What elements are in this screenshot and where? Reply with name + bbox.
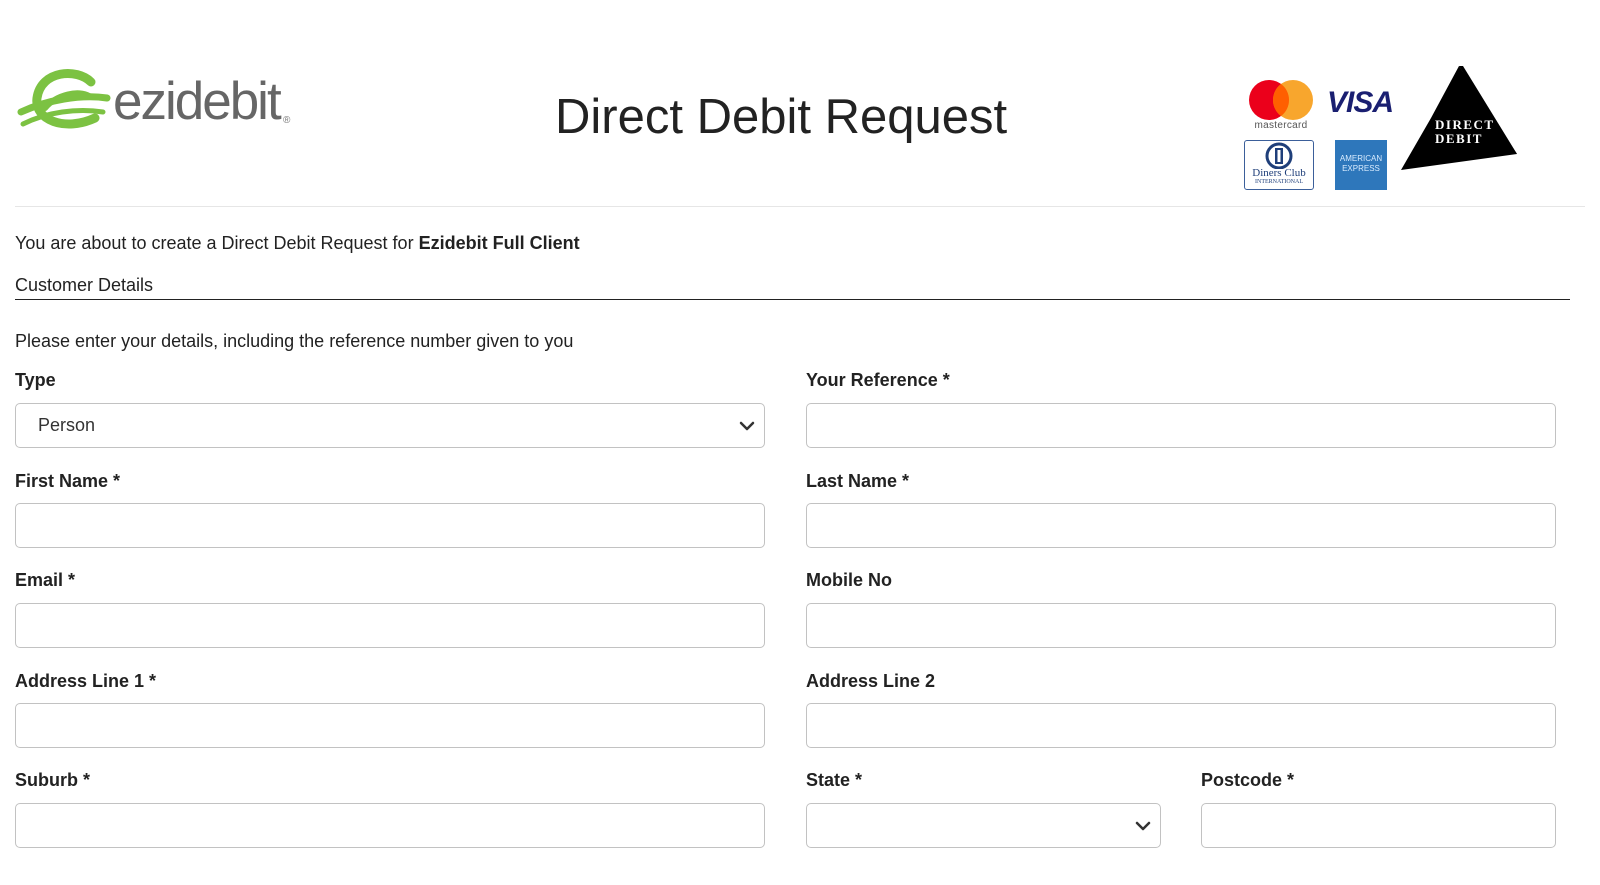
your-reference-label: Your Reference * — [806, 370, 950, 390]
page: ezidebit ® Direct Debit Request masterca… — [15, 0, 1585, 885]
direct-debit-label: DIRECT DEBIT — [1435, 118, 1495, 146]
instructions-text: Please enter your details, including the… — [15, 331, 574, 351]
intro-prefix: You are about to create a Direct Debit R… — [15, 233, 414, 253]
state-label: State * — [806, 770, 863, 790]
visa-icon: VISA — [1327, 86, 1394, 119]
your-reference-input[interactable] — [806, 403, 1556, 448]
section-title: Customer Details — [15, 275, 1570, 300]
state-select[interactable] — [806, 803, 1161, 848]
type-label: Type — [15, 370, 56, 390]
diners-club-emblem — [1265, 142, 1293, 170]
diners-club-icon: Diners Club INTERNATIONAL — [1244, 140, 1314, 190]
chevron-down-icon — [1135, 821, 1151, 831]
page-title: Direct Debit Request — [555, 90, 1008, 144]
type-selected-value: Person — [38, 415, 96, 435]
ezidebit-logo: ezidebit ® — [17, 68, 292, 140]
last-name-input[interactable] — [806, 503, 1556, 548]
email-label: Email * — [15, 570, 76, 590]
amex-line-1: AMERICAN — [1339, 154, 1383, 163]
first-name-label: First Name * — [15, 471, 121, 491]
ezidebit-logo-icon — [17, 69, 111, 129]
type-select[interactable]: Person — [15, 403, 765, 448]
intro-text: You are about to create a Direct Debit R… — [15, 233, 580, 254]
diners-club-label: Diners Club — [1252, 167, 1306, 179]
mobile-no-input[interactable] — [806, 603, 1556, 648]
diners-club-sub: INTERNATIONAL — [1255, 179, 1303, 185]
first-name-input[interactable] — [15, 503, 765, 548]
american-express-icon: AMERICAN EXPRESS — [1335, 140, 1387, 190]
client-name: Ezidebit Full Client — [418, 233, 580, 253]
header: ezidebit ® Direct Debit Request masterca… — [15, 0, 1585, 207]
logo-text: ezidebit — [113, 72, 282, 131]
address-line-2-input[interactable] — [806, 703, 1556, 748]
last-name-label: Last Name * — [806, 471, 910, 491]
email-input[interactable] — [15, 603, 765, 648]
address-line-1-label: Address Line 1 * — [15, 671, 157, 691]
amex-label: AMERICAN EXPRESS — [1335, 154, 1387, 174]
mobile-no-label: Mobile No — [806, 570, 892, 590]
postcode-input[interactable] — [1201, 803, 1556, 848]
suburb-label: Suburb * — [15, 770, 90, 790]
postcode-label: Postcode * — [1201, 770, 1295, 790]
address-line-2-label: Address Line 2 — [806, 671, 936, 691]
mastercard-label: mastercard — [1254, 120, 1308, 131]
amex-line-2: EXPRESS — [1342, 164, 1380, 173]
chevron-down-icon — [739, 421, 755, 431]
direct-debit-line-1: DIRECT — [1435, 117, 1495, 132]
address-line-1-input[interactable] — [15, 703, 765, 748]
direct-debit-line-2: DEBIT — [1435, 131, 1483, 146]
logo-registered-mark: ® — [283, 115, 291, 126]
suburb-input[interactable] — [15, 803, 765, 848]
